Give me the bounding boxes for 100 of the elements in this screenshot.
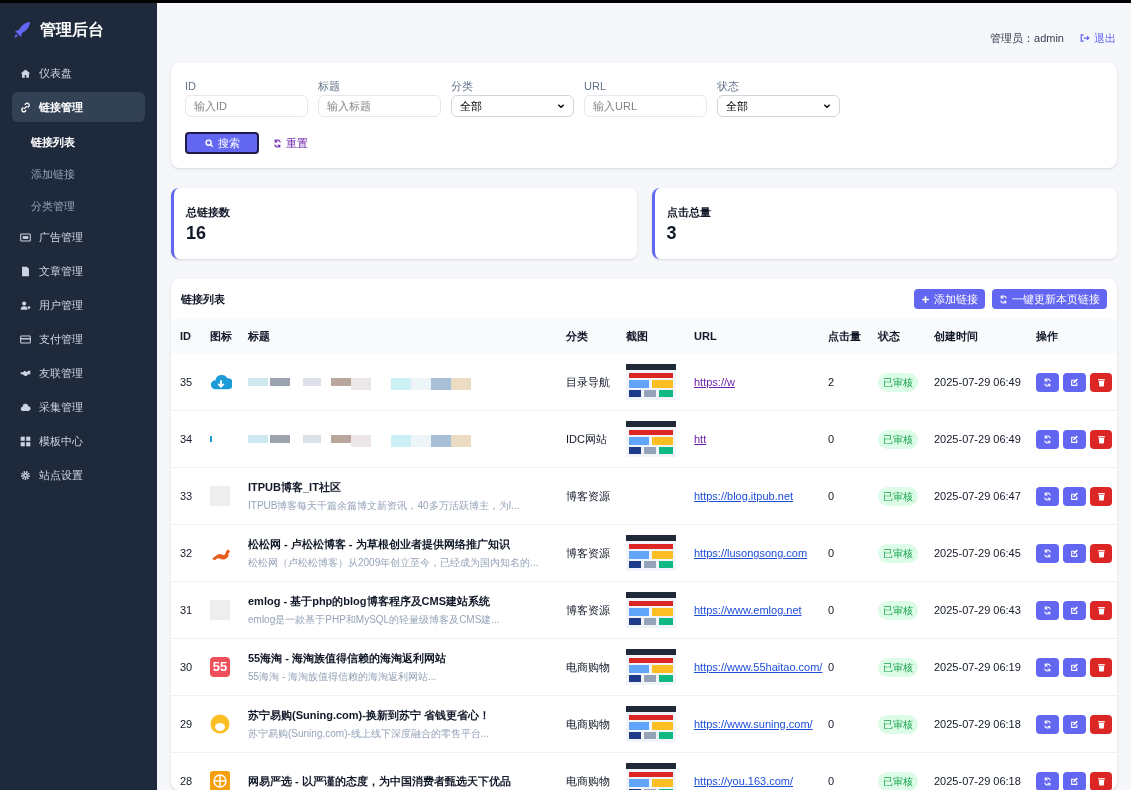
sidebar-item[interactable]: 仪表盘	[12, 58, 145, 88]
refresh-icon	[1043, 719, 1052, 729]
delete-button[interactable]	[1090, 657, 1112, 677]
edit-button[interactable]	[1063, 600, 1086, 620]
table-cell-text: 33	[180, 488, 194, 504]
gear-icon	[20, 469, 31, 481]
cloud-download-icon	[210, 372, 232, 392]
edit-button[interactable]	[1063, 429, 1086, 449]
trash-icon	[1096, 605, 1106, 615]
grid-icon	[20, 435, 31, 447]
stat-label: 总链接数	[186, 205, 231, 220]
delete-button[interactable]	[1090, 600, 1112, 620]
refresh-button[interactable]	[1036, 543, 1059, 563]
status-badge: 已审核	[878, 543, 918, 563]
table-cell-text: 0	[828, 773, 836, 789]
refresh-icon	[273, 138, 282, 148]
url-link[interactable]: https://www.emlog.net	[694, 601, 828, 619]
delete-button[interactable]	[1090, 429, 1112, 449]
logo-icon	[210, 714, 230, 734]
delete-button[interactable]	[1090, 543, 1112, 563]
table-cell-text: 30	[180, 659, 194, 675]
delete-button[interactable]	[1090, 714, 1112, 734]
search-button[interactable]: 搜索	[185, 132, 259, 154]
edit-icon	[1070, 491, 1079, 501]
link-description: emlog是一款基于PHP和MySQL的轻量级博客及CMS建...	[248, 612, 501, 627]
sidebar-item[interactable]: 支付管理	[12, 324, 145, 354]
sidebar-item[interactable]: 站点设置	[12, 460, 145, 490]
field-label: ID	[185, 79, 197, 93]
file-icon	[20, 265, 31, 277]
rocket-icon	[12, 20, 32, 40]
table-cell-text: 博客资源	[566, 545, 611, 561]
status-badge: 已审核	[878, 429, 918, 449]
refresh-button[interactable]	[1036, 372, 1059, 392]
sidebar-item[interactable]: 采集管理	[12, 392, 145, 422]
column-header: 截图	[626, 329, 649, 345]
input-field[interactable]: 输入ID	[185, 95, 308, 117]
url-link[interactable]: htt	[694, 430, 828, 448]
refresh-button[interactable]	[1036, 771, 1059, 790]
submenu-item[interactable]: 添加链接	[12, 158, 145, 190]
edit-button[interactable]	[1063, 771, 1086, 790]
url-link[interactable]: https://blog.itpub.net	[694, 487, 828, 505]
status-badge: 已审核	[878, 714, 918, 734]
table-cell-text: 2025-07-29 06:49	[934, 374, 1022, 390]
logout-link[interactable]: 退出	[1080, 29, 1116, 47]
refresh-icon	[1043, 548, 1052, 558]
status-badge: 已审核	[878, 657, 918, 677]
delete-button[interactable]	[1090, 486, 1112, 506]
delete-button[interactable]	[1090, 771, 1112, 790]
url-link[interactable]: https://lusongsong.com	[694, 544, 828, 562]
link-title: ITPUB博客_IT社区	[248, 480, 342, 496]
sidebar-item[interactable]: 广告管理	[12, 222, 145, 252]
edit-icon	[1070, 434, 1079, 444]
input-field[interactable]: 输入标题	[318, 95, 441, 117]
refresh-button[interactable]	[1036, 714, 1059, 734]
table-cell-text: 0	[828, 659, 836, 675]
table-cell-text: 博客资源	[566, 602, 611, 618]
field-label: URL	[584, 79, 607, 93]
table-cell-text: 电商购物	[566, 716, 611, 732]
table-cell-text: 博客资源	[566, 488, 611, 504]
sidebar-item[interactable]: 友联管理	[12, 358, 145, 388]
reset-link[interactable]: 重置	[273, 134, 308, 152]
table-cell-text: 2025-07-29 06:43	[934, 602, 1022, 618]
sidebar-item[interactable]: 链接管理	[12, 92, 145, 122]
cloud-icon	[20, 401, 31, 413]
edit-button[interactable]	[1063, 714, 1086, 734]
delete-button[interactable]	[1090, 372, 1112, 392]
select-field[interactable]: 全部	[717, 95, 840, 117]
url-link[interactable]: https://w	[694, 373, 828, 391]
refresh-button[interactable]	[1036, 429, 1059, 449]
edit-button[interactable]	[1063, 543, 1086, 563]
sidebar-item[interactable]: 用户管理	[12, 290, 145, 320]
edit-icon	[1070, 605, 1079, 615]
refresh-button[interactable]	[1036, 657, 1059, 677]
submenu-item[interactable]: 链接列表	[12, 126, 145, 158]
url-link[interactable]: https://www.55haitao.com/	[694, 658, 828, 676]
edit-button[interactable]	[1063, 486, 1086, 506]
table-cell-text: IDC网站	[566, 431, 608, 447]
table-cell-text: 0	[828, 545, 836, 561]
refresh-button[interactable]	[1036, 486, 1059, 506]
toolbar-button[interactable]: 添加链接	[914, 289, 985, 309]
select-field[interactable]: 全部	[451, 95, 574, 117]
submenu-item[interactable]: 分类管理	[12, 190, 145, 222]
chevron-down-icon	[823, 102, 831, 110]
toolbar-button[interactable]: 一键更新本页链接	[992, 289, 1107, 309]
table-cell-text: 2025-07-29 06:47	[934, 488, 1022, 504]
column-header: 点击量	[828, 329, 862, 345]
edit-button[interactable]	[1063, 657, 1086, 677]
table-cell-text: 32	[180, 545, 194, 561]
edit-button[interactable]	[1063, 372, 1086, 392]
trash-icon	[1096, 662, 1106, 672]
refresh-button[interactable]	[1036, 600, 1059, 620]
sidebar-item[interactable]: 文章管理	[12, 256, 145, 286]
input-field[interactable]: 输入URL	[584, 95, 707, 117]
url-link[interactable]: https://you.163.com/	[694, 772, 828, 790]
table-cell-text: 2025-07-29 06:19	[934, 659, 1022, 675]
table-cell-text: 2025-07-29 06:45	[934, 545, 1022, 561]
status-badge: 已审核	[878, 486, 918, 506]
url-link[interactable]: https://www.suning.com/	[694, 715, 828, 733]
sidebar-item[interactable]: 模板中心	[12, 426, 145, 456]
ad-icon	[20, 231, 31, 243]
